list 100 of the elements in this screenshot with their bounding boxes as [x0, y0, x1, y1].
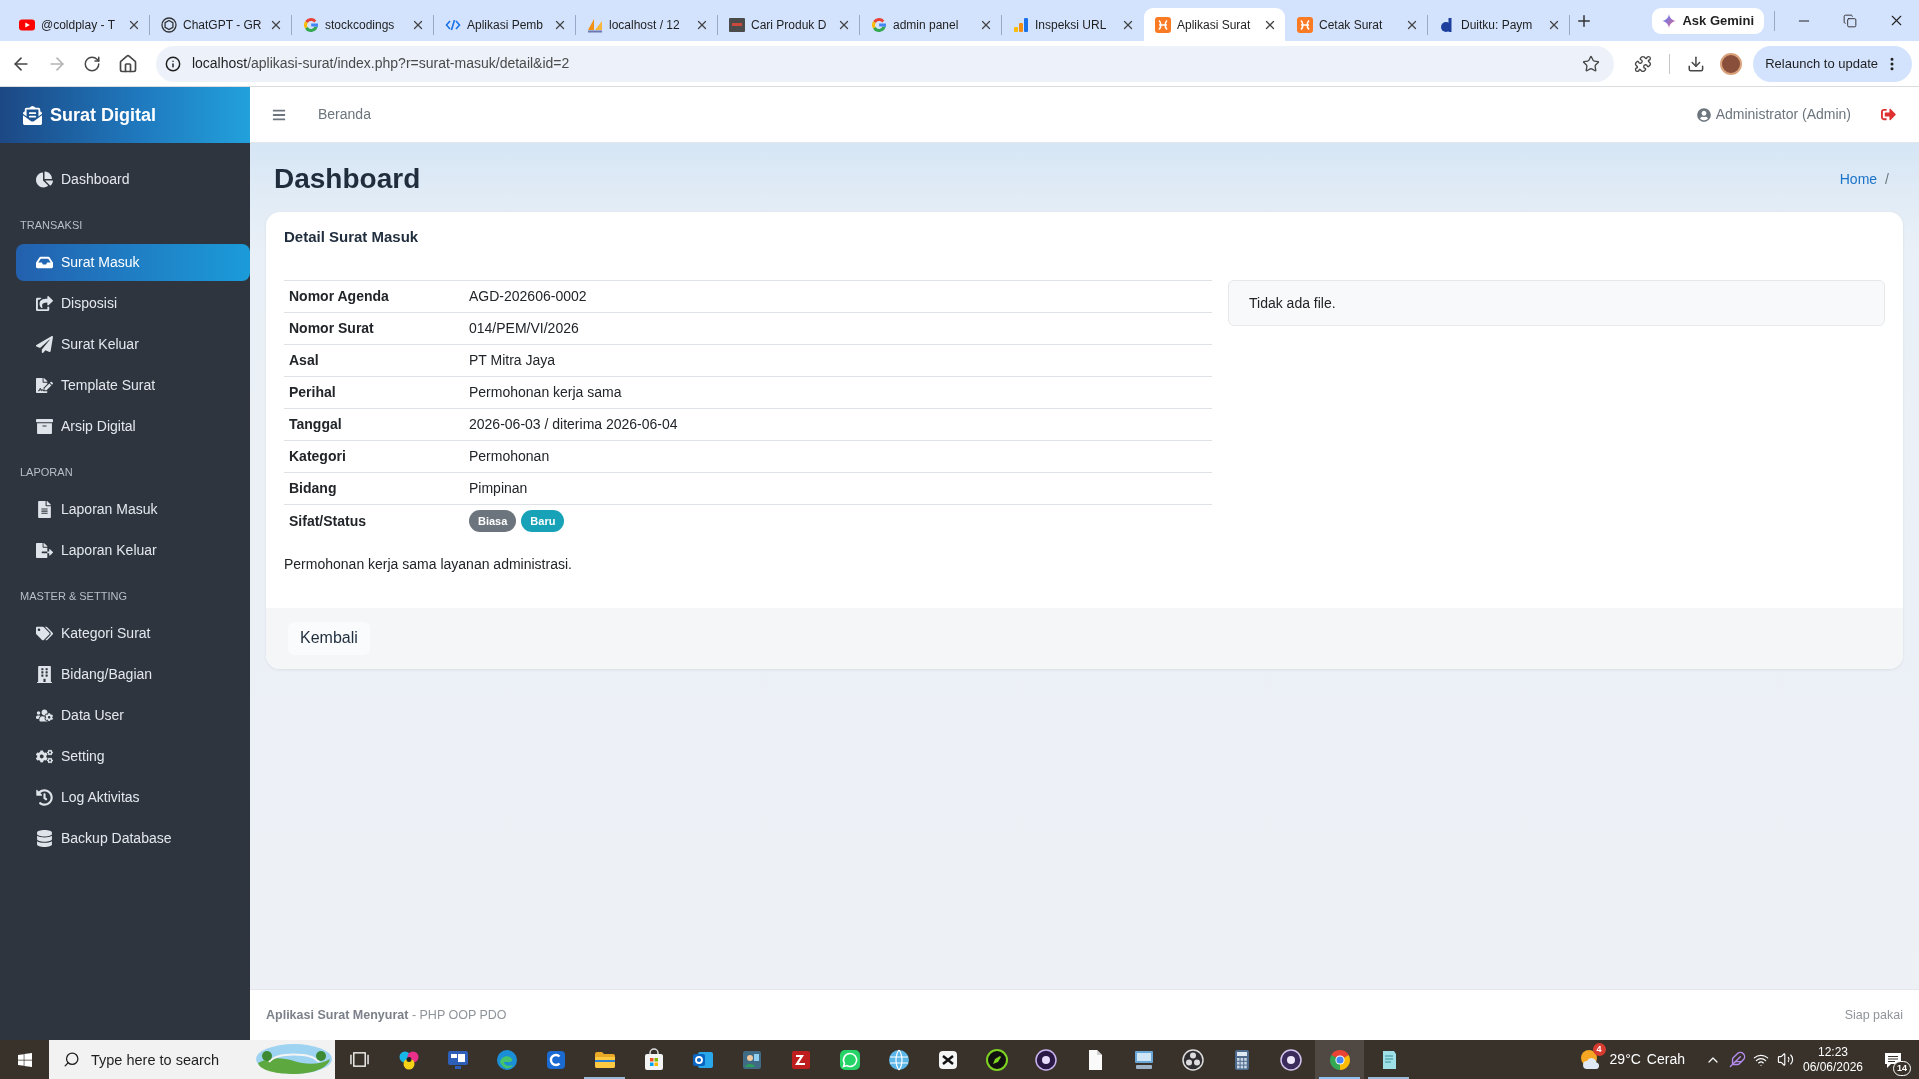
ask-gemini-button[interactable]: Ask Gemini — [1652, 7, 1764, 34]
inbox-icon — [36, 254, 53, 271]
restore-icon[interactable] — [1843, 13, 1857, 28]
search-icon — [63, 1051, 80, 1068]
breadcrumb-link[interactable]: Home — [1839, 168, 1878, 190]
detail-value: 2026-06-03 / diterima 2026-06-04 — [469, 408, 1212, 441]
file-export-icon — [36, 542, 53, 559]
weather-condition[interactable]: Cerah — [1646, 1049, 1685, 1070]
card-title: Detail Surat Masuk — [284, 228, 420, 246]
paper-plane-icon — [36, 336, 53, 353]
history-icon — [36, 789, 53, 806]
sidebar-item[interactable]: Disposisi — [16, 285, 250, 322]
gears-icon — [36, 748, 53, 765]
relaunch-button[interactable]: Relaunch to update — [1753, 45, 1912, 82]
disc-icon — [1033, 1047, 1058, 1072]
detail-label: Perihal — [284, 376, 469, 409]
sidebar-item[interactable]: Laporan Masuk — [16, 491, 250, 528]
sidebar-item[interactable]: Log Aktivitas — [16, 779, 250, 816]
status-badge: Baru — [521, 510, 565, 533]
pie-chart-icon — [36, 171, 53, 188]
detail-label: Nomor Agenda — [284, 280, 469, 313]
address-bar[interactable]: localhost/aplikasi-surat/index.php?r=surat-masuk/detail&id=2 — [155, 45, 1614, 82]
swirl-logo-icon — [494, 1047, 519, 1072]
ring-icon — [1180, 1047, 1205, 1072]
browser-tab[interactable]: localhost / 12 — [576, 8, 717, 41]
footer-credit: Aplikasi Surat Menyurat - PHP OOP PDO — [266, 1006, 507, 1024]
browser-tab[interactable]: Inspeksi URL — [1002, 8, 1143, 41]
reload-icon[interactable] — [83, 54, 102, 73]
hexagon-ring-icon — [161, 16, 177, 33]
sidebar-item[interactable]: Bidang/Bagian — [16, 656, 250, 693]
browser-tab[interactable]: admin panel — [860, 8, 1001, 41]
file-signature-icon — [36, 377, 53, 394]
nav-link[interactable]: Beranda — [318, 104, 371, 125]
detail-label: Bidang — [284, 472, 469, 505]
sidebar-item[interactable]: Template Surat — [16, 367, 250, 404]
logo-tile-icon — [1155, 16, 1171, 33]
bookmark-star-icon[interactable] — [1581, 54, 1600, 73]
back-button[interactable]: Kembali — [288, 621, 370, 655]
start-menu-icon[interactable] — [16, 1051, 33, 1068]
logout-icon[interactable] — [1881, 107, 1896, 122]
page-title: Dashboard — [274, 162, 421, 196]
pen-circle-icon — [984, 1047, 1009, 1072]
browser-tab[interactable]: Aplikasi Surat — [1144, 8, 1285, 41]
temperature-text[interactable]: 29°C — [1609, 1049, 1641, 1070]
logo-tile-icon — [1297, 16, 1313, 33]
section-heading: LAPORAN — [19, 465, 74, 480]
g-logo-icon — [303, 16, 319, 33]
browser-tab[interactable]: Aplikasi Pemb — [434, 8, 575, 41]
document-icon — [36, 501, 53, 518]
extensions-icon[interactable] — [1633, 54, 1652, 73]
task-view-icon[interactable] — [350, 1050, 369, 1069]
home-icon[interactable] — [118, 53, 138, 74]
browser-tab[interactable]: @coldplay - T — [8, 8, 149, 41]
sparkle-icon — [1662, 13, 1677, 28]
brand-title[interactable]: Surat Digital — [50, 101, 156, 129]
sidebar-item[interactable]: Kategori Surat — [16, 615, 250, 652]
menu-icon[interactable] — [272, 107, 286, 122]
archive-box-icon — [36, 418, 53, 435]
users-gear-icon — [36, 707, 53, 724]
browser-tab[interactable]: Duitku: Paym — [1428, 8, 1569, 41]
detail-value: Permohonan kerja sama — [469, 376, 1212, 409]
detail-value: AGD-202606-0002 — [469, 280, 1212, 313]
envelope-icon — [23, 105, 42, 125]
avatar-icon[interactable] — [1720, 52, 1743, 75]
detail-value: PT Mitra Jaya — [469, 344, 1212, 377]
g-logo-icon — [871, 16, 887, 33]
detail-value: Permohonan — [469, 440, 1212, 473]
building-icon — [36, 666, 53, 683]
detail-value: Pimpinan — [469, 472, 1212, 505]
detail-label: Asal — [284, 344, 469, 377]
clock[interactable]: 12:23 06/06/2026 — [1797, 1044, 1869, 1075]
sidebar-item[interactable]: Surat Masuk — [16, 244, 250, 281]
breadcrumb-separator: / — [1885, 169, 1889, 189]
sidebar-item[interactable]: Surat Keluar — [16, 326, 250, 363]
database-icon — [36, 830, 53, 847]
site-info-icon[interactable] — [164, 55, 181, 72]
sidebar-item[interactable]: Arsip Digital — [16, 408, 250, 445]
disc-icon — [1278, 1047, 1303, 1072]
sidebar-item[interactable]: Data User — [16, 697, 250, 734]
weather-badge: 4 — [1592, 1042, 1606, 1056]
download-icon[interactable] — [1686, 54, 1705, 73]
browser-tab[interactable]: ChatGPT - GR — [150, 8, 291, 41]
status-badge: Biasa — [469, 510, 517, 533]
user-menu[interactable]: Administrator (Admin) — [1696, 104, 1851, 125]
detail-value: 014/PEM/VI/2026 — [469, 312, 1212, 345]
detail-label: Tanggal — [284, 408, 469, 441]
sidebar-item[interactable]: Laporan Keluar — [16, 532, 250, 569]
speaker-icon[interactable] — [1776, 1051, 1794, 1068]
sidebar-item[interactable]: Setting — [16, 738, 250, 775]
d-logo-icon — [1439, 16, 1455, 33]
sidebar-item[interactable]: Dashboard — [16, 161, 250, 198]
browser-tab[interactable]: Cari Produk D — [718, 8, 859, 41]
feather-icon[interactable] — [1728, 1051, 1746, 1068]
sidebar-item[interactable]: Backup Database — [16, 820, 250, 857]
detail-label: Nomor Surat — [284, 312, 469, 345]
browser-tab[interactable]: stockcodings — [292, 8, 433, 41]
empty-file-notice: Tidak ada file. — [1228, 280, 1885, 326]
chat-bubble-icon — [837, 1047, 862, 1072]
browser-tab[interactable]: Cetak Surat — [1286, 8, 1427, 41]
footer-status: Siap pakai — [1844, 1006, 1903, 1024]
